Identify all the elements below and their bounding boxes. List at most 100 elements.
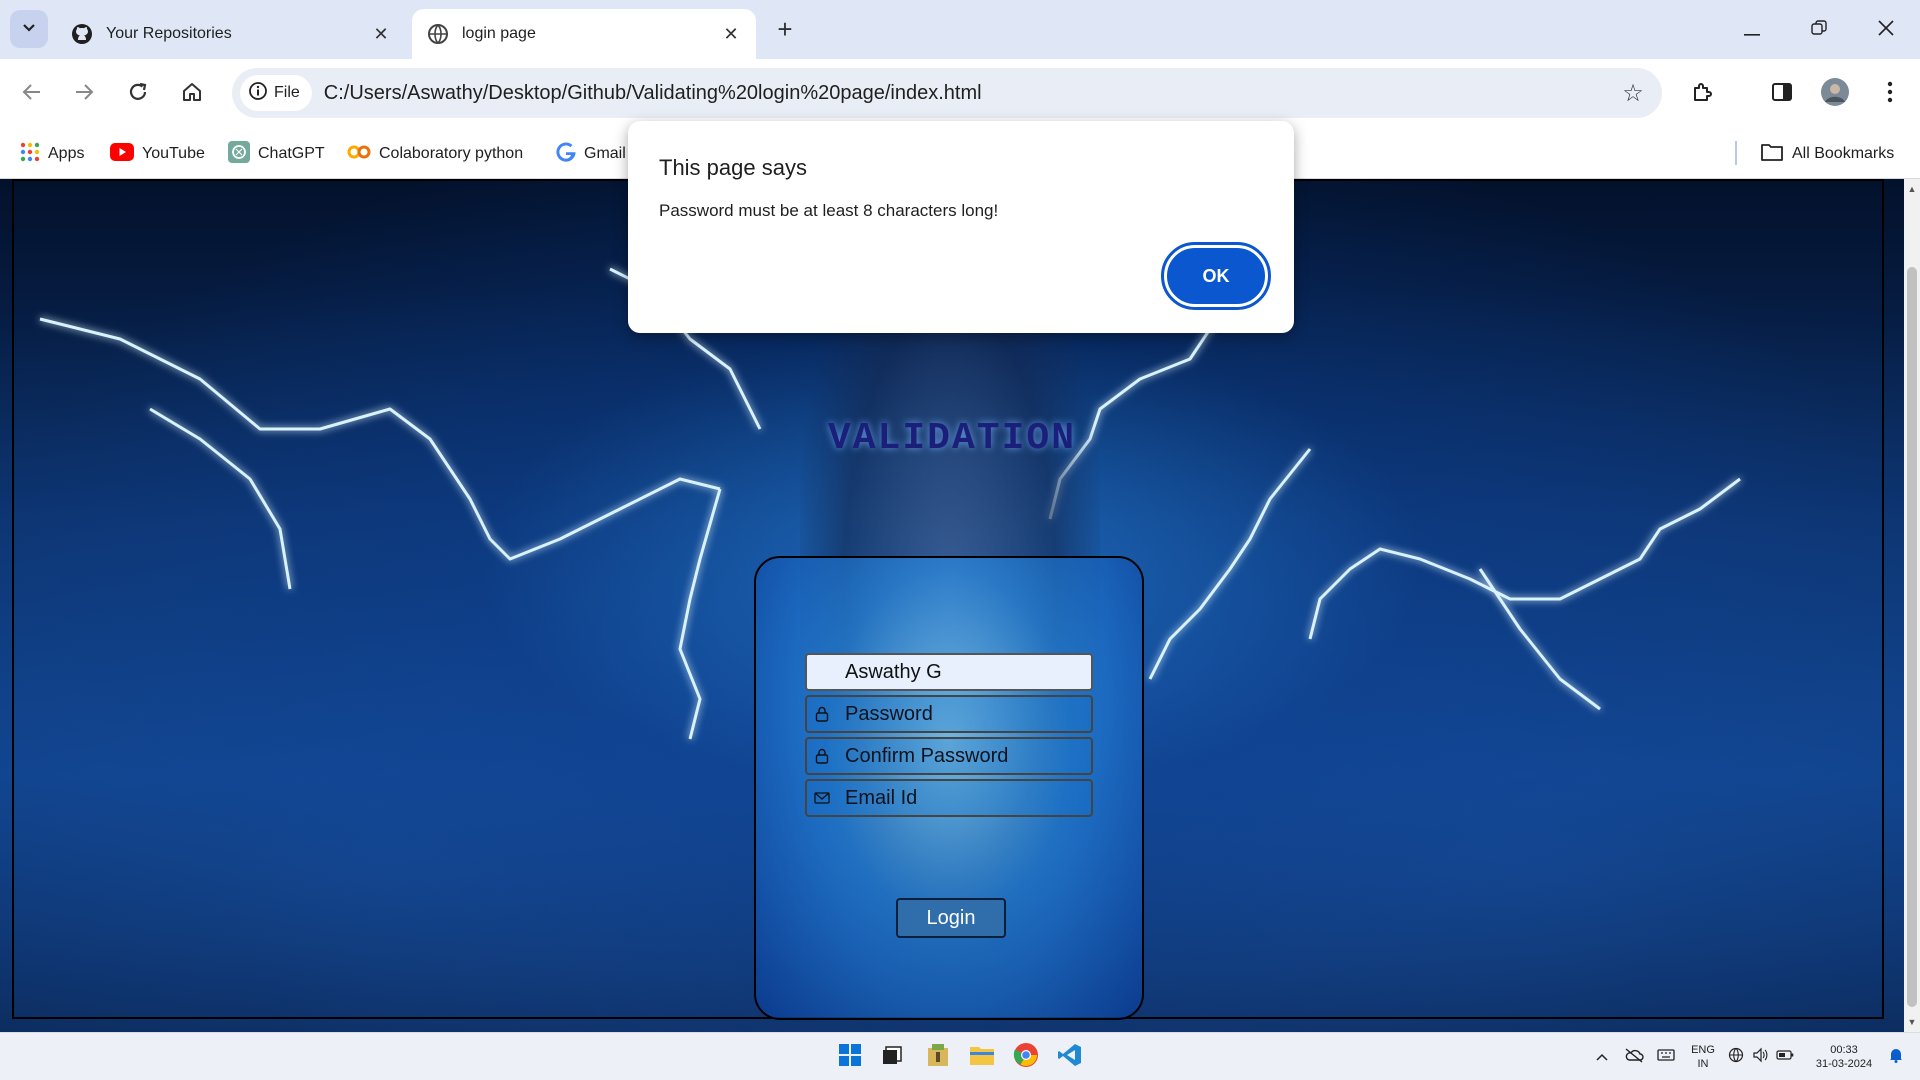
new-tab-button[interactable]: + bbox=[770, 14, 800, 44]
folder-icon bbox=[969, 1044, 995, 1071]
clock-date: 31-03-2024 bbox=[1815, 1058, 1873, 1070]
page-scrollbar[interactable]: ▲ ▼ bbox=[1904, 179, 1920, 1032]
mail-icon bbox=[807, 792, 837, 804]
bookmark-label: Apps bbox=[48, 145, 85, 162]
all-bookmarks-label: All Bookmarks bbox=[1792, 145, 1895, 162]
taskbar: ENG IN 00:33 31-03-2024 bbox=[0, 1032, 1920, 1080]
task-view-button[interactable] bbox=[876, 1041, 908, 1073]
bookmark-label: Colaboratory python bbox=[379, 145, 524, 162]
bookmark-label: Gmail bbox=[584, 145, 626, 162]
bookmarks-divider bbox=[1735, 141, 1737, 165]
apps-grid-icon bbox=[20, 142, 40, 167]
onedrive-status[interactable] bbox=[1620, 1033, 1648, 1080]
archive-app-icon bbox=[925, 1042, 951, 1073]
keyboard-tray[interactable] bbox=[1652, 1033, 1680, 1080]
bookmark-label: YouTube bbox=[142, 145, 205, 162]
puzzle-icon bbox=[1691, 80, 1715, 109]
bell-icon bbox=[1889, 1047, 1903, 1068]
reload-icon bbox=[127, 81, 149, 108]
windows-logo-icon bbox=[838, 1043, 862, 1072]
tab-strip: Your Repositories ✕ login page ✕ + bbox=[0, 0, 1920, 59]
start-button[interactable] bbox=[834, 1041, 866, 1073]
globe-icon bbox=[1728, 1047, 1744, 1068]
show-hidden-icons-button[interactable] bbox=[1590, 1033, 1614, 1080]
notifications-button[interactable] bbox=[1884, 1033, 1908, 1080]
url-text[interactable]: C:/Users/Aswathy/Desktop/Github/Validati… bbox=[324, 82, 982, 105]
language-indicator[interactable]: ENG IN bbox=[1684, 1033, 1722, 1080]
tab-login-page[interactable]: login page ✕ bbox=[412, 9, 756, 59]
bookmark-chatgpt[interactable]: ChatGPT bbox=[228, 139, 325, 169]
cloud-off-icon bbox=[1624, 1047, 1644, 1068]
scroll-thumb[interactable] bbox=[1907, 267, 1917, 1007]
page-title: VALIDATION bbox=[827, 417, 1077, 460]
close-icon[interactable]: ✕ bbox=[720, 23, 742, 45]
folder-icon bbox=[1760, 142, 1784, 167]
forward-button[interactable] bbox=[64, 74, 104, 114]
battery-icon bbox=[1776, 1048, 1794, 1066]
side-panel-icon bbox=[1771, 81, 1793, 108]
minimize-icon bbox=[1744, 20, 1760, 41]
scroll-up-icon[interactable]: ▲ bbox=[1904, 181, 1920, 197]
dialog-title: This page says bbox=[659, 155, 807, 180]
keyboard-icon bbox=[1657, 1048, 1675, 1066]
chatgpt-icon bbox=[228, 140, 250, 168]
tab-your-repositories[interactable]: Your Repositories ✕ bbox=[56, 9, 406, 59]
ok-button[interactable]: OK bbox=[1161, 242, 1271, 310]
password-placeholder: Password bbox=[845, 702, 933, 725]
avatar bbox=[1820, 77, 1850, 112]
system-status-group[interactable] bbox=[1728, 1033, 1794, 1080]
profile-avatar[interactable] bbox=[1815, 74, 1855, 114]
tab-title: login page bbox=[462, 25, 536, 42]
browser-menu-button[interactable] bbox=[1870, 74, 1910, 114]
bookmark-colab[interactable]: Colaboratory python bbox=[347, 139, 523, 169]
close-window-button[interactable] bbox=[1866, 12, 1906, 48]
taskbar-app-vscode[interactable] bbox=[1054, 1041, 1086, 1073]
password-field[interactable]: Password bbox=[805, 695, 1093, 733]
address-bar[interactable]: File C:/Users/Aswathy/Desktop/Github/Val… bbox=[232, 68, 1662, 118]
back-button[interactable] bbox=[12, 74, 52, 114]
taskbar-app-archive[interactable] bbox=[922, 1041, 954, 1073]
email-field[interactable]: Email Id bbox=[805, 779, 1093, 817]
browser-toolbar: File C:/Users/Aswathy/Desktop/Github/Val… bbox=[0, 59, 1920, 129]
chevron-down-icon bbox=[22, 20, 36, 38]
side-panel-button[interactable] bbox=[1762, 74, 1802, 114]
lock-icon bbox=[807, 748, 837, 764]
bookmark-apps[interactable]: Apps bbox=[20, 139, 84, 169]
bookmark-gmail[interactable]: Gmail bbox=[556, 139, 626, 169]
taskbar-app-chrome[interactable] bbox=[1010, 1041, 1042, 1073]
arrow-left-icon bbox=[22, 82, 42, 107]
home-button[interactable] bbox=[172, 74, 212, 114]
scroll-down-icon[interactable]: ▼ bbox=[1904, 1014, 1920, 1030]
site-info-chip[interactable]: File bbox=[240, 75, 312, 111]
bookmark-youtube[interactable]: YouTube bbox=[110, 139, 205, 169]
restore-icon bbox=[1811, 19, 1827, 41]
site-info-label: File bbox=[274, 84, 300, 101]
youtube-icon bbox=[110, 142, 134, 166]
github-icon bbox=[70, 22, 94, 46]
arrow-right-icon bbox=[74, 82, 94, 107]
chevron-up-icon bbox=[1596, 1048, 1608, 1066]
login-button[interactable]: Login bbox=[896, 898, 1006, 938]
tab-search-button[interactable] bbox=[10, 10, 48, 48]
extensions-button[interactable] bbox=[1683, 74, 1723, 114]
restore-button[interactable] bbox=[1799, 12, 1839, 48]
info-icon bbox=[248, 81, 268, 106]
reload-button[interactable] bbox=[118, 74, 158, 114]
language-region: IN bbox=[1697, 1058, 1709, 1070]
dialog-message: Password must be at least 8 characters l… bbox=[659, 201, 999, 220]
speaker-icon bbox=[1752, 1047, 1768, 1068]
confirm-password-placeholder: Confirm Password bbox=[845, 744, 1009, 767]
all-bookmarks-button[interactable]: All Bookmarks bbox=[1760, 139, 1894, 169]
clock[interactable]: 00:33 31-03-2024 bbox=[1808, 1033, 1880, 1080]
email-placeholder: Email Id bbox=[845, 786, 918, 809]
minimize-button[interactable] bbox=[1732, 12, 1772, 48]
bookmark-label: ChatGPT bbox=[258, 145, 325, 162]
plus-icon: + bbox=[777, 13, 793, 44]
close-icon bbox=[1878, 19, 1894, 41]
bookmark-star-icon[interactable]: ☆ bbox=[1618, 78, 1648, 108]
confirm-password-field[interactable]: Confirm Password bbox=[805, 737, 1093, 775]
tab-title: Your Repositories bbox=[106, 25, 232, 42]
close-icon[interactable]: ✕ bbox=[370, 23, 392, 45]
taskbar-app-file-explorer[interactable] bbox=[966, 1041, 998, 1073]
name-field[interactable]: Aswathy G bbox=[805, 653, 1093, 691]
